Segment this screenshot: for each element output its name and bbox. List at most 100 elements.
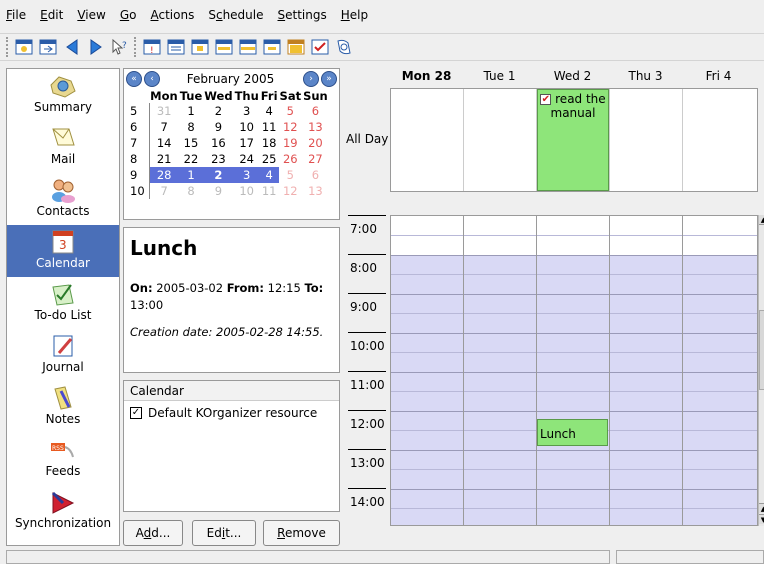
day-cell[interactable]: 11 <box>260 119 279 135</box>
day-cell[interactable]: 16 <box>203 135 233 151</box>
day-cell[interactable]: 10 <box>234 183 260 199</box>
toolbar-grip-2[interactable] <box>134 37 138 57</box>
day-cell[interactable]: 7 <box>149 183 179 199</box>
sidebar-item-contacts[interactable]: Contacts <box>7 173 119 225</box>
day-cell-selected[interactable]: 4 <box>259 167 279 183</box>
day-cell[interactable]: 12 <box>279 183 303 199</box>
scroll-up-icon[interactable]: ▲ <box>759 215 764 225</box>
day-header-fri[interactable]: Fri 4 <box>682 69 755 83</box>
all-day-cell[interactable] <box>391 89 464 191</box>
day-cell[interactable]: 10 <box>234 119 260 135</box>
day-view-icon[interactable] <box>190 37 210 57</box>
menu-go[interactable]: Go <box>120 8 137 22</box>
day-cell-selected[interactable]: 3 <box>233 167 260 183</box>
day-cell[interactable]: 9 <box>203 119 233 135</box>
week-number[interactable]: 6 <box>128 119 150 135</box>
next-year-button[interactable]: » <box>321 71 337 87</box>
list-view-icon[interactable] <box>166 37 186 57</box>
sidebar-item-journal[interactable]: Journal <box>7 329 119 381</box>
week-number[interactable]: 10 <box>128 183 150 199</box>
todo-item-read-the-manual[interactable]: ✔ read the manual <box>537 89 609 191</box>
forward-arrow-icon[interactable] <box>86 37 106 57</box>
whats-next-icon[interactable]: ! <box>142 37 162 57</box>
menu-actions[interactable]: Actions <box>150 8 194 22</box>
prev-month-button[interactable]: ‹ <box>144 71 160 87</box>
menu-edit[interactable]: Edit <box>40 8 63 22</box>
scroll-thumb[interactable] <box>759 310 764 390</box>
day-column[interactable] <box>391 216 464 525</box>
day-cell[interactable]: 6 <box>302 167 329 183</box>
day-cell[interactable]: 3 <box>234 103 260 119</box>
sidebar-item-mail[interactable]: Mail <box>7 121 119 173</box>
day-cell[interactable]: 13 <box>302 119 329 135</box>
sidebar-item-calendar[interactable]: 3 Calendar <box>7 225 119 277</box>
resource-checkbox[interactable]: ✓ <box>130 407 142 419</box>
day-cell[interactable]: 7 <box>149 119 179 135</box>
week-view-icon[interactable] <box>238 37 258 57</box>
day-column[interactable] <box>610 216 683 525</box>
all-day-cell[interactable] <box>464 89 537 191</box>
day-cell[interactable]: 9 <box>203 183 233 199</box>
edit-resource-button[interactable]: Edit... <box>192 520 256 546</box>
day-cell[interactable]: 27 <box>302 151 329 167</box>
journal-view-icon[interactable] <box>334 37 354 57</box>
resource-item[interactable]: ✓ Default KOrganizer resource <box>124 401 339 425</box>
day-column[interactable] <box>683 216 757 525</box>
day-cell[interactable]: 4 <box>260 103 279 119</box>
sidebar-item-synchronization[interactable]: Synchronization <box>7 485 119 537</box>
day-cell[interactable]: 6 <box>302 103 329 119</box>
todo-view-icon[interactable] <box>310 37 330 57</box>
remove-resource-button[interactable]: Remove <box>263 520 340 546</box>
day-column[interactable] <box>464 216 537 525</box>
day-header-tue[interactable]: Tue 1 <box>463 69 536 83</box>
day-cell[interactable]: 24 <box>234 151 260 167</box>
resource-list-header[interactable]: Calendar <box>124 381 339 401</box>
day-header-thu[interactable]: Thu 3 <box>609 69 682 83</box>
menu-file[interactable]: File <box>6 8 26 22</box>
week-number[interactable]: 7 <box>128 135 150 151</box>
day-cell[interactable]: 14 <box>149 135 179 151</box>
day-cell[interactable]: 2 <box>203 103 233 119</box>
add-resource-button[interactable]: Add... <box>123 520 183 546</box>
toolbar-grip[interactable] <box>6 37 10 57</box>
day-cell[interactable]: 12 <box>279 119 303 135</box>
time-grid[interactable]: Lunch <box>390 215 758 526</box>
day-cell[interactable]: 5 <box>279 103 303 119</box>
day-cell[interactable]: 15 <box>179 135 204 151</box>
day-cell[interactable]: 8 <box>179 119 204 135</box>
day-cell[interactable]: 1 <box>179 103 204 119</box>
next-days-view-icon[interactable] <box>262 37 282 57</box>
whats-this-icon[interactable]: ? <box>110 37 130 57</box>
menu-settings[interactable]: Settings <box>278 8 327 22</box>
all-day-cell[interactable] <box>610 89 683 191</box>
day-cell[interactable]: 18 <box>260 135 279 151</box>
vertical-scrollbar[interactable]: ▲ ▲ ▼ <box>758 215 764 526</box>
day-cell[interactable]: 8 <box>179 183 204 199</box>
week-number[interactable]: 9 <box>128 167 150 183</box>
event-lunch[interactable]: Lunch <box>537 419 608 446</box>
work-week-view-icon[interactable] <box>214 37 234 57</box>
day-column[interactable] <box>537 216 610 525</box>
sidebar-item-todo[interactable]: To-do List <box>7 277 119 329</box>
menu-schedule[interactable]: Schedule <box>208 8 263 22</box>
day-cell[interactable]: 25 <box>260 151 279 167</box>
month-view-icon[interactable] <box>286 37 306 57</box>
day-cell[interactable]: 20 <box>302 135 329 151</box>
day-cell-selected[interactable]: 1 <box>178 167 204 183</box>
sidebar-item-notes[interactable]: Notes <box>7 381 119 433</box>
day-header-wed[interactable]: Wed 2 <box>536 69 609 83</box>
scroll-down-icon[interactable]: ▼ <box>759 514 764 524</box>
day-cell[interactable]: 19 <box>279 135 303 151</box>
all-day-cell[interactable] <box>683 89 757 191</box>
new-event-icon[interactable] <box>14 37 34 57</box>
day-cell-selected[interactable]: 2 <box>203 167 234 183</box>
day-cell[interactable]: 23 <box>203 151 233 167</box>
day-cell-selected[interactable]: 28 <box>149 167 179 183</box>
week-number[interactable]: 8 <box>128 151 150 167</box>
day-cell[interactable]: 11 <box>260 183 279 199</box>
prev-year-button[interactable]: « <box>126 71 142 87</box>
menu-help[interactable]: Help <box>341 8 368 22</box>
day-cell[interactable]: 17 <box>234 135 260 151</box>
month-label[interactable]: February 2005 <box>160 72 301 86</box>
day-cell[interactable]: 26 <box>279 151 303 167</box>
